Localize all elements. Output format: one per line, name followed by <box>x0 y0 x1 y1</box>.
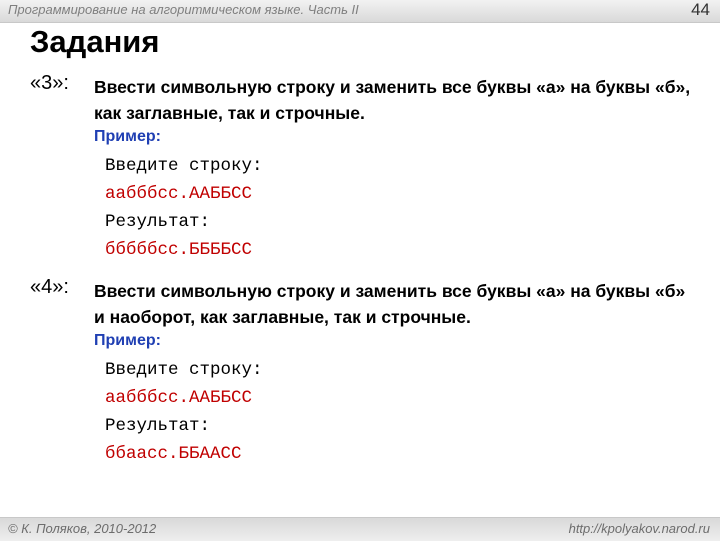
input-value: аабббсс.ААББСС <box>105 388 253 408</box>
result-value: ббаасс.ББААСС <box>105 444 242 464</box>
example-label: Пример: <box>94 128 161 145</box>
task-label: «3»: <box>30 72 69 94</box>
slide: Программирование на алгоритмическом язык… <box>0 0 720 541</box>
course-title: Программирование на алгоритмическом язык… <box>8 2 359 17</box>
task-description: Ввести символьную строку и заменить все … <box>94 281 686 327</box>
input-prompt: Введите строку: <box>105 360 263 380</box>
slide-title: Задания <box>30 24 160 59</box>
task-label: «4»: <box>30 276 69 298</box>
page-number: 44 <box>691 0 710 19</box>
result-prompt: Результат: <box>105 212 211 232</box>
input-value: аабббсс.ААББСС <box>105 184 253 204</box>
copyright: © К. Поляков, 2010-2012 <box>8 521 157 536</box>
footer-bar: © К. Поляков, 2010-2012 http://kpolyakov… <box>0 517 720 541</box>
header-bar: Программирование на алгоритмическом язык… <box>0 0 720 23</box>
author-url[interactable]: http://kpolyakov.narod.ru <box>569 521 710 536</box>
result-prompt: Результат: <box>105 416 211 436</box>
task-description: Ввести символьную строку и заменить все … <box>94 77 691 123</box>
result-value: бббббсс.ББББСС <box>105 240 253 260</box>
input-prompt: Введите строку: <box>105 156 263 176</box>
task-3: «3»: Ввести символьную строку и заменить… <box>0 72 720 262</box>
task-4: «4»: Ввести символьную строку и заменить… <box>0 276 720 466</box>
example-label: Пример: <box>94 332 161 349</box>
